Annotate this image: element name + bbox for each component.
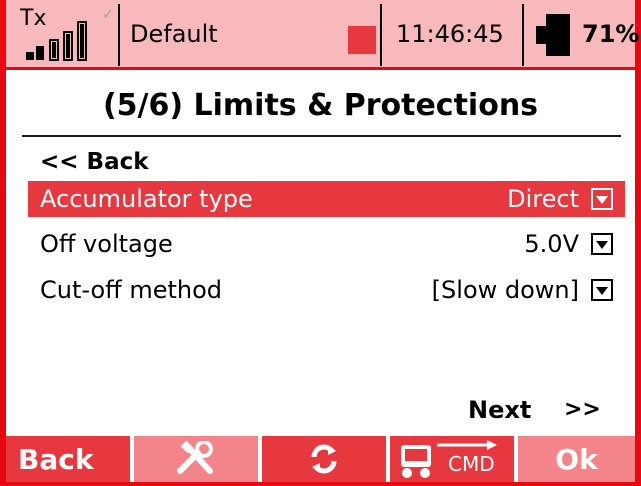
menu-row-value: 5.0V [524, 230, 579, 258]
dropdown-icon[interactable] [591, 188, 613, 210]
dropdown-icon[interactable] [591, 279, 613, 301]
signal-strength-icon [26, 21, 87, 61]
sync-icon [311, 444, 337, 474]
back-link-label: << Back [40, 149, 149, 175]
cmd-softkey[interactable]: CMD [390, 436, 514, 482]
tools-icon [177, 441, 213, 474]
menu-row-cut-off-method[interactable]: Cut-off method [Slow down] [28, 272, 625, 308]
menu-row-label: Off voltage [40, 230, 173, 258]
menu-row-value: Direct [507, 185, 579, 213]
menu-row-off-voltage[interactable]: Off voltage 5.0V [28, 226, 625, 262]
dropdown-icon[interactable] [591, 233, 613, 255]
back-softkey[interactable]: Back [6, 436, 130, 482]
tx-signal-indicator: Tx ✓ [6, 0, 116, 70]
cmd-label: CMD [448, 452, 495, 476]
clock-time: 11:46:45 [396, 20, 504, 48]
next-arrows[interactable]: >> [564, 394, 601, 426]
ok-softkey-label: Ok [555, 442, 598, 476]
back-softkey-label: Back [18, 442, 94, 476]
checkmark-icon: ✓ [102, 7, 114, 23]
tools-softkey[interactable] [134, 436, 258, 482]
softkey-bar: Back CMD Ok [6, 436, 635, 482]
ok-softkey[interactable]: Ok [518, 436, 635, 482]
menu-row-value: [Slow down] [431, 276, 579, 304]
back-link[interactable]: << Back [28, 144, 625, 180]
menu-row-label: Accumulator type [40, 185, 253, 213]
menu-row-accumulator-type[interactable]: Accumulator type Direct [28, 181, 625, 217]
status-bar: Tx ✓ Default 11:46:45 71% [6, 0, 639, 70]
menu-row-label: Cut-off method [40, 276, 223, 304]
battery-icon [536, 26, 546, 44]
model-indicator[interactable]: Default [120, 0, 378, 70]
model-name: Default [130, 20, 218, 48]
title-divider [22, 135, 621, 137]
next-link[interactable]: Next [468, 394, 531, 426]
clock-indicator: 11:46:45 [382, 0, 522, 70]
model-color-icon [348, 26, 376, 54]
battery-indicator: 71% [524, 0, 639, 70]
battery-percent: 71% [582, 20, 640, 48]
page-title: (5/6) Limits & Protections [102, 88, 539, 123]
sync-softkey[interactable] [262, 436, 386, 482]
